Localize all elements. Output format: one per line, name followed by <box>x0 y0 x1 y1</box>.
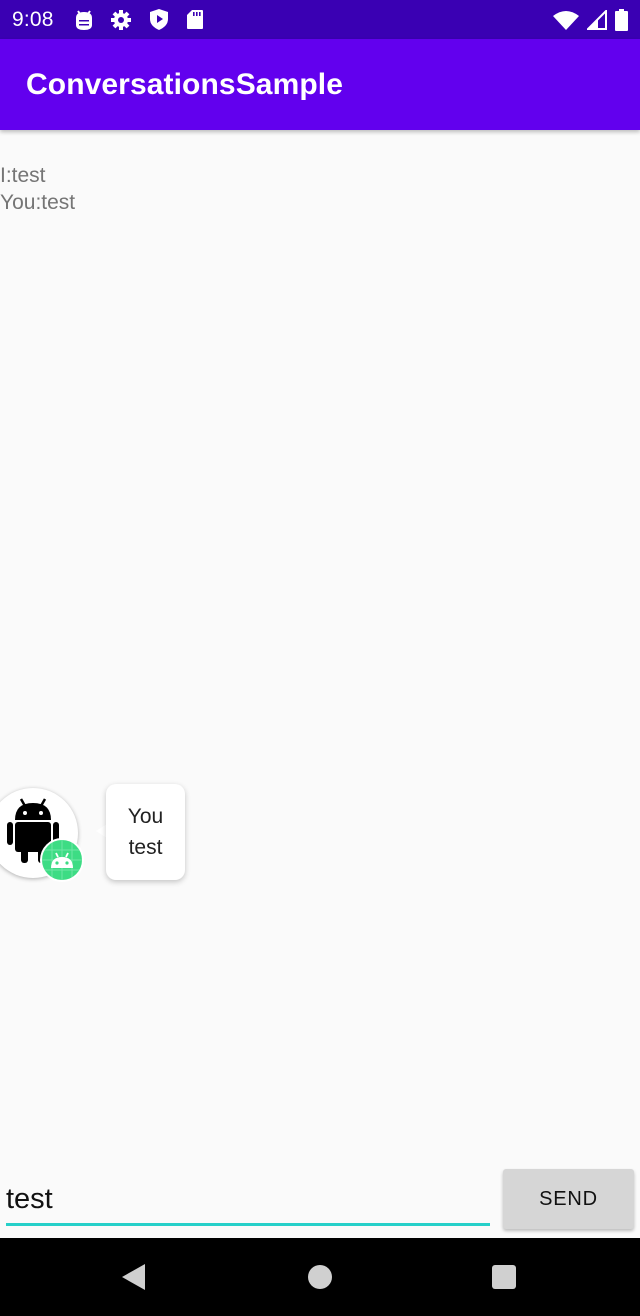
bubble-title: You <box>127 805 164 828</box>
message-line: I:test <box>0 164 46 187</box>
composer: SEND <box>0 1168 640 1238</box>
android-debug-icon <box>75 9 93 31</box>
status-time: 9:08 <box>12 7 54 31</box>
status-notification-icons <box>75 8 204 31</box>
status-system-icons <box>553 8 628 31</box>
sd-card-icon <box>186 9 204 30</box>
message-input[interactable] <box>6 1176 490 1226</box>
send-button[interactable]: SEND <box>503 1169 634 1229</box>
message-line: You:test <box>0 191 76 214</box>
wifi-icon <box>553 10 579 30</box>
signal-icon <box>587 9 607 30</box>
app-title: ConversationsSample <box>26 67 344 101</box>
battery-icon <box>615 8 628 31</box>
conversation-log: I:test You:test <box>0 162 75 216</box>
navigation-bar <box>0 1238 640 1316</box>
bubble-message: test <box>128 836 163 859</box>
app-bar: ConversationsSample <box>0 39 640 130</box>
chat-bubble[interactable]: You test <box>106 784 185 880</box>
android-head-badge-icon <box>40 838 84 882</box>
status-bar: 9:08 <box>0 0 640 39</box>
settings-gear-icon <box>110 9 132 31</box>
shield-play-icon <box>149 8 169 31</box>
